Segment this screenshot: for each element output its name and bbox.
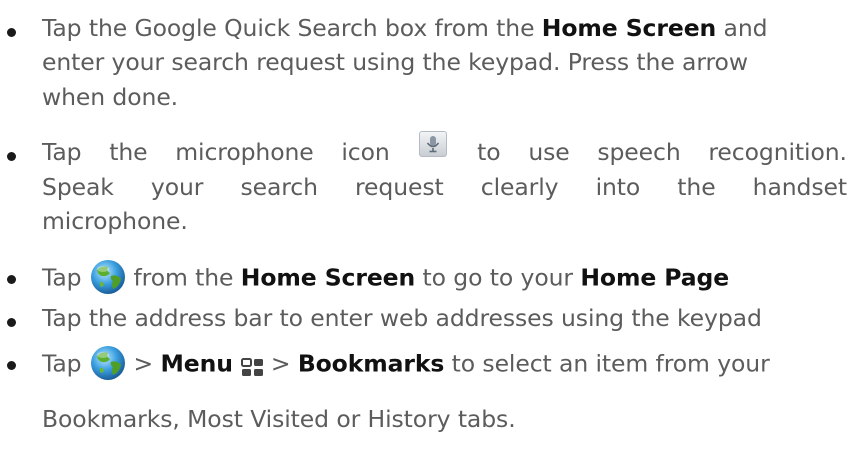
bullet-dot [7,28,16,37]
microphone-icon [419,131,448,157]
line: Tap from the Home Screen to go to your H… [42,260,729,298]
bullet-dot [7,275,16,284]
line: enter your search request using the keyp… [42,48,748,76]
home-page-term: Home Page [580,263,730,292]
bookmarks-term: Bookmarks [297,349,445,378]
instruction-list: Tap the Google Quick Search box from the… [0,0,860,454]
bullet-dot [7,361,16,370]
line: Tap > Menu > Bookmarks to select an item… [42,346,770,384]
line: microphone. [42,207,188,235]
line: Speak your search request clearly into t… [42,173,847,201]
bullet-dot [7,152,16,161]
globe-icon [89,344,127,382]
home-screen-term: Home Screen [541,14,717,42]
line: Bookmarks, Most Visited or History tabs. [42,405,516,433]
line: when done. [42,83,179,111]
line: Tap the microphone icon to use speech re… [42,131,847,167]
menu-term: Menu [160,349,233,378]
home-screen-term: Home Screen [240,263,416,292]
menu-grid-icon [240,355,265,376]
bullet-dot [7,318,16,327]
globe-icon [89,258,127,296]
line: Tap the Google Quick Search box from the… [42,14,768,42]
line: Tap the address bar to enter web address… [42,304,762,332]
